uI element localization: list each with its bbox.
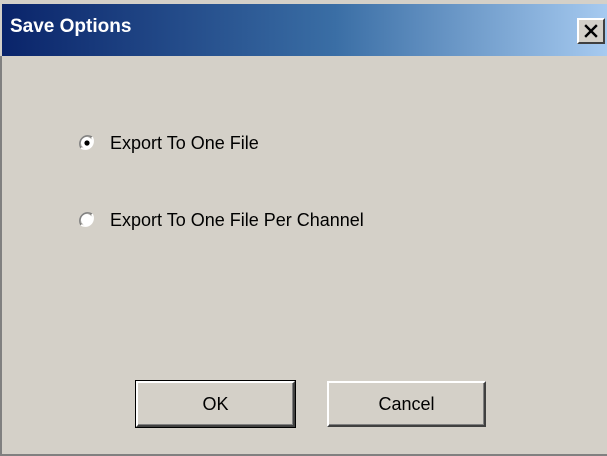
radio-selected-icon[interactable] [78, 134, 96, 152]
close-icon [584, 24, 598, 38]
ok-button[interactable]: OK [135, 380, 296, 428]
save-options-dialog: Save Options Export To One File Export T… [0, 0, 607, 456]
dialog-body [0, 56, 607, 456]
radio-unselected-icon[interactable] [78, 211, 96, 229]
close-button[interactable] [577, 18, 605, 44]
radio-export-one-file[interactable]: Export To One File [78, 132, 259, 154]
window-title: Save Options [10, 16, 132, 37]
cancel-button[interactable]: Cancel [327, 381, 486, 427]
title-bar[interactable]: Save Options [2, 4, 607, 56]
radio-export-per-channel[interactable]: Export To One File Per Channel [78, 209, 364, 231]
radio-label-export-per-channel: Export To One File Per Channel [110, 209, 364, 230]
radio-label-export-one-file: Export To One File [110, 132, 259, 153]
